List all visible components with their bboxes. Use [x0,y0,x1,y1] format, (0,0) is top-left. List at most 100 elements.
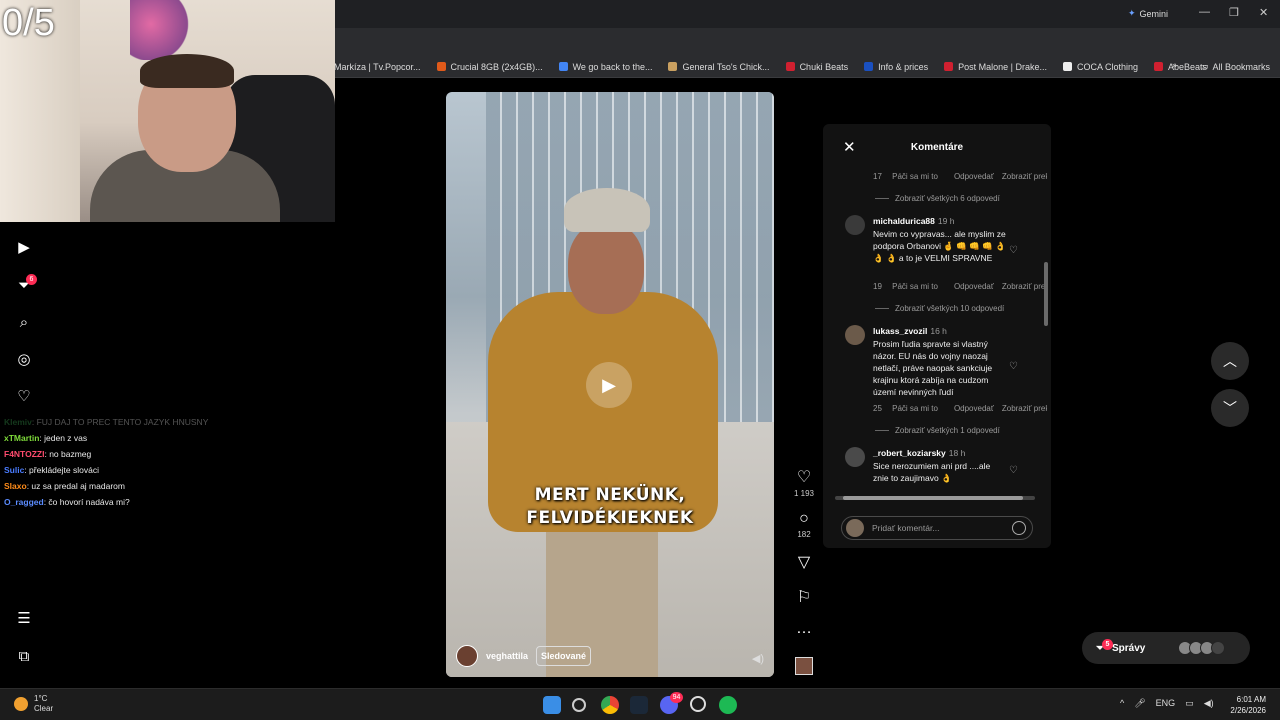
heart-icon[interactable]: ♡ [1009,361,1018,372]
share-button[interactable]: ▽ [792,552,816,572]
spotify-icon[interactable] [719,696,737,714]
search-icon[interactable] [572,698,586,712]
scrollbar[interactable] [1044,262,1048,326]
play-icon[interactable]: ▶ [586,362,632,408]
comment-input[interactable]: Pridať komentár... [841,516,1033,540]
bookmark-item[interactable]: Chuki Beats [778,62,857,72]
home-icon[interactable]: ▶ [14,237,34,257]
bookmark-label: Chuki Beats [799,61,849,72]
more-icon: … [796,620,812,637]
microphone-icon[interactable]: 🎤︎ [1134,698,1145,709]
reply-link[interactable]: Odpovedať [954,404,994,413]
author-name[interactable]: veghattila [486,651,528,661]
reply-link[interactable]: Odpovedať [954,282,994,291]
horizontal-scrollbar[interactable] [835,496,1035,500]
heart-icon[interactable]: ♡ [14,386,34,406]
search-icon[interactable]: ⌕ [14,312,34,332]
menu-icon[interactable]: ☰ [14,608,34,628]
all-bookmarks-button[interactable]: ▭ All Bookmarks [1200,61,1270,72]
avatar[interactable] [845,325,865,345]
bookmark-item[interactable]: Info & prices [856,62,936,72]
heart-icon[interactable]: ♡ [1009,465,1018,476]
webcam-toy [130,0,200,60]
emoji-icon[interactable] [1012,521,1026,535]
minimize-button[interactable]: — [1199,6,1210,18]
video-player[interactable]: ▶ MERT NEKÜNK, FELVIDÉKIEKNEK veghattila… [446,92,774,677]
reply-link[interactable]: Odpovedať [954,172,994,181]
like-button[interactable]: ♡ 1 193 [792,467,816,498]
chat-message: Slaxo: uz sa predal aj madarom [4,481,125,491]
discord-icon[interactable]: 94 [660,692,683,714]
obs-icon[interactable] [690,696,706,712]
language-indicator[interactable]: ENG [1156,698,1176,709]
restore-button[interactable]: ❐ [1229,6,1239,19]
bookmark-item[interactable]: Markíza | Tv.Popcor... [326,62,429,72]
video-person-face [568,222,644,314]
explore-icon[interactable]: ◎ [14,349,34,369]
follow-button[interactable]: Sledované [536,646,592,666]
start-icon[interactable] [543,696,561,714]
clock[interactable]: 6:01 AM 2/26/2026 [1230,694,1266,716]
heart-icon[interactable]: ♡ [1009,245,1018,256]
more-button[interactable]: … [792,620,816,638]
bookmark-item[interactable]: Crucial 8GB (2x4GB)... [429,62,551,72]
bookmark-item[interactable]: COCA Clothing [1055,62,1146,72]
bookmark-favicon [668,62,678,71]
translate-link[interactable]: Zobraziť prekla [1002,282,1047,291]
comments-list[interactable]: 17 Páči sa mi toOdpovedaťZobraziť prekla… [823,169,1047,494]
audio-thumbnail[interactable] [795,657,813,675]
weather-widget[interactable]: 1°C Clear [14,694,53,714]
activity-icon[interactable]: ⏷ 6 [14,274,37,295]
chevron-right-icon[interactable]: » [1172,60,1177,70]
apps-icon[interactable]: ⧉ [14,646,34,666]
steam-icon[interactable] [630,696,648,714]
gemini-button[interactable]: ✦ Gemini [1128,8,1168,19]
messages-button[interactable]: ⏷ 5 Správy [1082,632,1250,664]
comment-button[interactable]: ○ 182 [792,510,816,539]
translate-link[interactable]: Zobraziť prekla [1002,404,1047,413]
volume-icon[interactable]: ◀) [1204,698,1214,709]
bookmark-item[interactable]: Post Malone | Drake... [936,62,1055,72]
view-replies-link[interactable]: Zobraziť všetkých 1 odpovedí [875,426,1000,435]
comment-user[interactable]: _robert_koziarsky 18 h [873,448,965,458]
message-avatars [1178,641,1226,655]
video-caption-line2: FELVIDÉKIEKNEK [526,508,694,528]
view-replies-link[interactable]: Zobraziť všetkých 6 odpovedí [875,194,1000,203]
folder-icon: ▭ [1199,61,1209,71]
chrome-icon[interactable] [601,696,619,714]
stream-chat: Klemiv: FUJ DAJ TO PREC TENTO JAZYK HNUS… [4,414,334,510]
like-count: 1 193 [793,489,815,498]
comments-panel: ✕ Komentáre 17 Páči sa mi to Odpovedať Zob… [823,124,1051,548]
save-button[interactable]: ⚐ [792,587,816,607]
close-window-button[interactable]: ✕ [1259,6,1268,19]
weather-icon [14,697,28,711]
bookmark-item[interactable]: General Tso's Chick... [660,62,777,72]
bookmark-item[interactable]: We go back to the... [551,62,661,72]
google-icon [558,62,568,71]
bookmark-favicon [944,62,954,71]
bookmark-label: COCA Clothing [1077,61,1139,72]
comment-user[interactable]: lukass_zvozil 16 h [873,326,947,336]
avatar[interactable] [845,447,865,467]
author-avatar[interactable] [456,645,478,667]
view-replies-link[interactable]: Zobraziť všetkých 10 odpovedí [875,304,1004,313]
webcam-overlay: 0/5 [0,0,335,222]
share-icon: ▽ [797,554,811,571]
video-caption-line1: MERT NEKÜNK, [534,485,686,505]
comment-user[interactable]: michaldurica88 19 h [873,216,954,226]
bookmark-label: We go back to the... [572,61,653,72]
avatar[interactable] [845,215,865,235]
next-video-button[interactable]: ﹀ [1211,389,1249,427]
chat-message: xTMartin: jeden z vas [4,433,88,443]
discord-badge: 94 [670,692,683,703]
previous-video-button[interactable]: ︿ [1211,342,1249,380]
chevron-up-icon[interactable]: ^ [1120,698,1124,709]
messages-badge: 5 [1102,638,1113,650]
display-icon[interactable]: ▭ [1185,698,1194,709]
bookmark-label: Post Malone | Drake... [958,61,1047,72]
volume-icon[interactable]: ◀) [752,652,764,665]
comment-text: Nevim co vypravas... ale myslim ze podpo… [873,229,1006,263]
translate-link[interactable]: Zobraziť prekla [1002,172,1047,181]
chat-message: Sulic: překládejte slováci [4,465,99,475]
comment-count: 182 [797,530,811,539]
